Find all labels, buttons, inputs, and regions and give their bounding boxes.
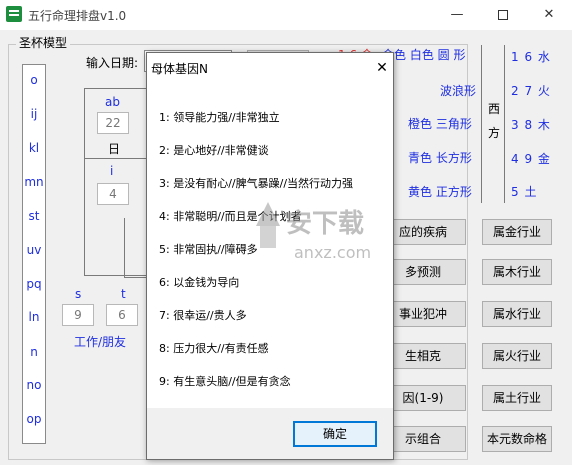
- color-item-cyan: 青色 长方形: [408, 151, 472, 165]
- list-item: uv: [26, 243, 42, 257]
- list-item: op: [26, 412, 42, 426]
- list-item: kl: [28, 141, 40, 155]
- element-water: 1 6 水: [511, 50, 551, 64]
- watermark-logo: 安下载 anxz.com: [246, 196, 406, 268]
- element-fire: 2 7 火: [511, 84, 551, 98]
- app-icon: [6, 6, 22, 22]
- list-item: no: [26, 378, 42, 392]
- list-item: ij: [30, 107, 38, 121]
- ab-label: ab: [105, 95, 120, 109]
- day-label: 日: [108, 142, 121, 156]
- gene-line: 3: 是没有耐心//脾气暴躁//当然行动力强: [159, 177, 354, 190]
- color-item-yellow: 黄色 正方形: [408, 185, 472, 199]
- window-title: 五行命理排盘v1.0: [28, 9, 127, 23]
- element-metal: 4 9 金: [511, 152, 551, 166]
- i-value-box[interactable]: 4: [97, 183, 129, 205]
- metal-industry-button[interactable]: 属金行业: [482, 219, 552, 245]
- divider: [84, 158, 146, 159]
- color-item-white: 金色 白色 圆 形: [382, 46, 465, 63]
- white-shape-label: 白色 圆 形: [409, 48, 466, 62]
- wood-industry-button[interactable]: 属木行业: [482, 259, 552, 285]
- t-value-box[interactable]: 6: [106, 304, 138, 326]
- color-item-orange: 橙色 三角形: [408, 117, 472, 131]
- water-industry-button[interactable]: 属水行业: [482, 301, 552, 327]
- dialog-close-button[interactable]: ✕: [373, 58, 391, 78]
- element-earth: 5 土: [511, 185, 538, 199]
- gene-line: 7: 很幸运//贵人多: [159, 309, 247, 322]
- work-friend-label: 工作/朋友: [74, 335, 127, 349]
- groupbox-title: 圣杯模型: [16, 34, 71, 51]
- gene-line: 9: 有生意头脑//但是有贪念: [159, 375, 291, 388]
- maximize-icon: [498, 9, 508, 20]
- gene-line: 8: 压力很大//有责任感: [159, 342, 269, 355]
- list-item: o: [30, 73, 38, 87]
- color-item-wave: 波浪形: [440, 84, 477, 98]
- ab-value-box[interactable]: 22: [97, 112, 129, 134]
- element-wood: 3 8 木: [511, 118, 551, 132]
- gene-line: 1: 领导能力强//非常独立: [159, 111, 280, 124]
- minimize-button[interactable]: —: [434, 0, 480, 30]
- left-list: o ij kl mn st uv pq ln n no op: [22, 64, 46, 444]
- direction-char: 方: [488, 126, 501, 140]
- close-button[interactable]: ✕: [526, 0, 572, 30]
- west-char: 西: [488, 102, 501, 116]
- list-item: mn: [24, 175, 44, 189]
- ok-button[interactable]: 确定: [293, 421, 377, 447]
- gene-line: 5: 非常固执//障碍多: [159, 243, 258, 256]
- t-label: t: [121, 287, 126, 301]
- s-label: s: [75, 287, 82, 301]
- watermark-domain: anxz.com: [294, 243, 371, 262]
- earth-industry-button[interactable]: 属土行业: [482, 385, 552, 411]
- list-item: n: [30, 345, 38, 359]
- maximize-button[interactable]: [480, 0, 526, 30]
- dialog-title: 母体基因N: [151, 62, 208, 76]
- gene-line: 6: 以金钱为导向: [159, 276, 240, 289]
- list-item: st: [28, 209, 40, 223]
- watermark-text: 安下载: [286, 209, 364, 239]
- destiny-pattern-button[interactable]: 本元数命格: [482, 426, 552, 452]
- gene-line: 2: 是心地好//非常健谈: [159, 144, 269, 157]
- i-label: i: [110, 164, 114, 178]
- date-label: 输入日期:: [86, 56, 139, 70]
- list-item: pq: [26, 277, 42, 291]
- fire-industry-button[interactable]: 属火行业: [482, 343, 552, 369]
- s-value-box[interactable]: 9: [62, 304, 94, 326]
- list-item: ln: [28, 310, 40, 324]
